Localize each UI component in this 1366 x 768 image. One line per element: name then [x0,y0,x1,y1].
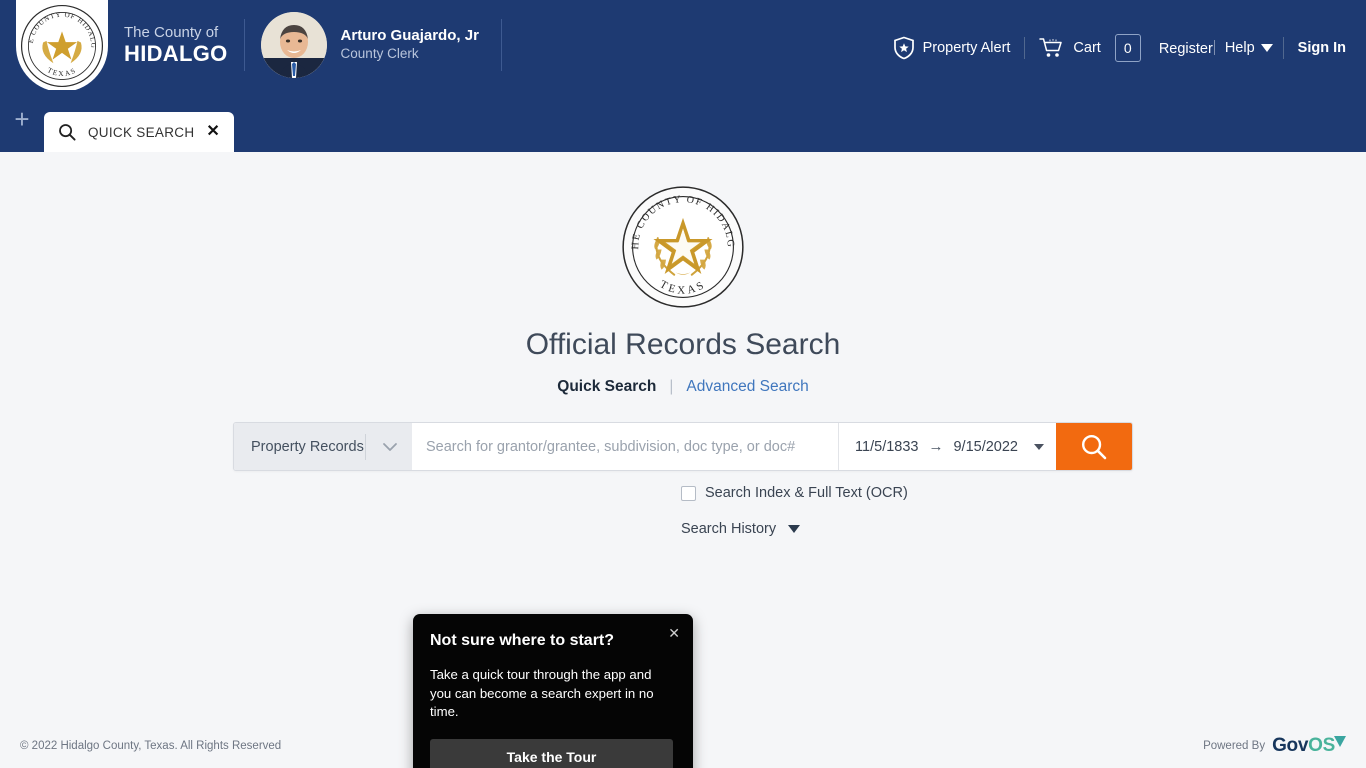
search-mode-switcher: Quick Search | Advanced Search [0,378,1366,396]
cart-label: Cart [1073,40,1101,56]
tab-bar: + QUICK SEARCH ✕ [0,90,1366,152]
tour-body: Take a quick tour through the app and yo… [430,667,654,720]
county-name-label: HIDALGO [124,40,228,66]
tab-quick-search[interactable]: QUICK SEARCH ✕ [44,112,234,152]
tab-label: QUICK SEARCH [88,124,195,140]
shield-star-icon [893,36,915,60]
search-icon [58,123,76,141]
close-icon[interactable]: ✕ [668,626,680,640]
chevron-down-icon [1260,44,1273,52]
county-branding: The County of HIDALGO [124,24,228,67]
search-bar: Property Records 11/5/1833 → 9/15/2022 [233,422,1133,471]
search-history-label: Search History [681,521,777,537]
help-menu[interactable]: Help [1225,40,1273,56]
header-divider-1 [243,19,245,71]
date-range-picker[interactable]: 11/5/1833 → 9/15/2022 [838,423,1056,470]
powered-by-label: Powered By [1203,740,1266,752]
powered-by: Powered By Gov OS [1203,735,1346,757]
search-input[interactable] [412,423,839,470]
clerk-portrait-icon [260,12,327,78]
site-header: THE COUNTY OF HIDALGO TEXAS The County o… [0,0,1366,92]
clerk-info: Arturo Guajardo, Jr County Clerk [260,12,479,78]
property-alert-label: Property Alert [922,40,1011,56]
chevron-down-icon [368,442,412,452]
main-county-seal: THE COUNTY OF HIDALGO TEXAS [620,184,746,310]
search-submit-button[interactable] [1056,423,1132,470]
tour-title: Not sure where to start? [430,632,615,649]
property-alert-link[interactable]: Property Alert [889,36,1015,60]
add-tab-button[interactable]: + [0,106,44,152]
close-icon[interactable]: ✕ [206,124,219,140]
date-from-value: 11/5/1833 [855,438,919,455]
header-county-seal: THE COUNTY OF HIDALGO TEXAS [16,0,108,92]
date-to-value: 9/15/2022 [953,438,1018,455]
search-options: Search Index & Full Text (OCR) Search Hi… [233,485,1133,537]
govos-logo[interactable]: Gov OS [1272,735,1346,757]
take-the-tour-button[interactable]: Take the Tour [430,739,673,768]
mode-separator: | [669,378,674,395]
header-nav-divider-2 [1282,37,1284,59]
govos-triangle-icon [1334,736,1346,747]
help-label: Help [1224,40,1255,56]
county-pre-label: The County of [124,23,219,41]
ocr-label: Search Index & Full Text (OCR) [705,485,908,501]
avatar [260,12,327,78]
cart-count-badge: 0 [1114,34,1141,62]
page-title: Official Records Search [525,328,841,361]
chevron-down-icon[interactable] [1034,443,1044,450]
register-link[interactable]: Register [1159,40,1215,57]
clerk-name: Arturo Guajardo, Jr [340,27,479,45]
advanced-search-link[interactable]: Advanced Search [686,378,808,396]
ocr-option[interactable]: Search Index & Full Text (OCR) [681,485,1133,501]
cart-link[interactable]: Cart 0 [1035,34,1144,62]
select-divider [365,433,367,460]
govos-brand-part1: Gov [1272,735,1309,756]
search-icon [1082,434,1107,459]
main-content: THE COUNTY OF HIDALGO TEXAS [0,152,1366,768]
hidalgo-county-seal-icon: THE COUNTY OF HIDALGO TEXAS [19,3,104,88]
chevron-down-icon [788,525,801,533]
header-nav: Property Alert Cart 0 Register Help Sign… [889,34,1346,62]
shopping-cart-icon [1039,37,1065,59]
ocr-checkbox[interactable] [681,485,696,501]
govos-brand-part2: OS [1308,735,1335,756]
record-type-select[interactable]: Property Records [234,423,412,470]
header-divider-2 [500,19,502,71]
copyright-text: © 2022 Hidalgo County, Texas. All Rights… [20,740,282,752]
tour-popover: ✕ Not sure where to start? Take a quick … [413,614,693,768]
clerk-title: County Clerk [340,45,419,61]
search-history-toggle[interactable]: Search History [681,521,1133,537]
header-nav-divider-1 [1024,37,1026,59]
quick-search-tab[interactable]: Quick Search [557,378,656,396]
record-type-value: Property Records [251,438,364,455]
hidalgo-county-seal-icon: THE COUNTY OF HIDALGO TEXAS [620,184,744,308]
sign-in-link[interactable]: Sign In [1298,40,1346,56]
date-range-arrow-icon: → [928,438,944,455]
